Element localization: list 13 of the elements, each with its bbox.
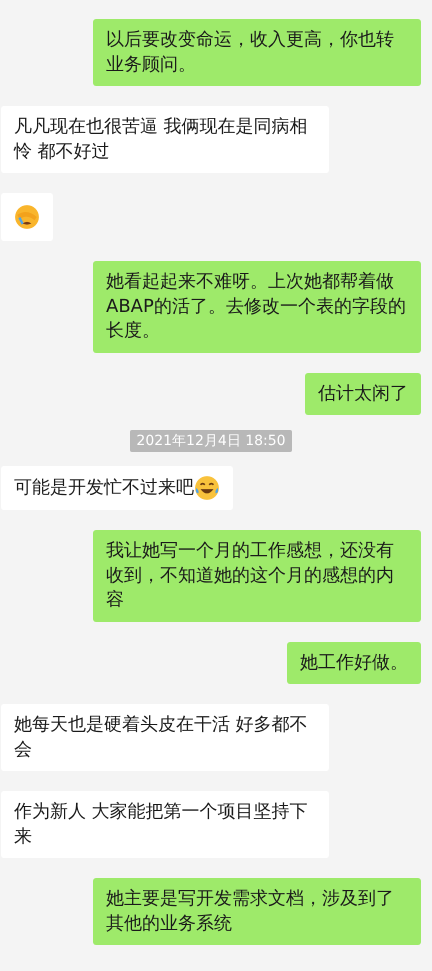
message-bubble: 她工作好做。 [287, 642, 421, 684]
message-bubble: 可能是开发忙不过来吧 [1, 466, 233, 510]
message-bubble: 以后要改变命运，收入更高，你也转业务顾问。 [93, 19, 421, 86]
message-bubble: 我让她写一个月的工作感想，还没有收到，不知道她的这个月的感想的内容 [93, 530, 421, 622]
laughing-emoji-icon [194, 475, 220, 501]
message-bubble: 她主要是写开发需求文档，涉及到了其他的业务系统 [93, 878, 421, 945]
message-bubble: 凡凡现在也很苦逼 我俩现在是同病相怜 都不好过 [1, 106, 329, 173]
message-bubble: 作为新人 大家能把第一个项目坚持下来 [1, 791, 329, 858]
timestamp: 2021年12月4日 18:50 [130, 430, 292, 452]
crying-emoji-icon [14, 204, 40, 230]
message-bubble: 估计太闲了 [305, 372, 421, 415]
message-bubble: 她每天也是硬着头皮在干活 好多都不会 [1, 704, 329, 771]
message-bubble: 她看起起来不难呀。上次她都帮着做ABAP的活了。去修改一个表的字段的长度。 [93, 261, 421, 352]
